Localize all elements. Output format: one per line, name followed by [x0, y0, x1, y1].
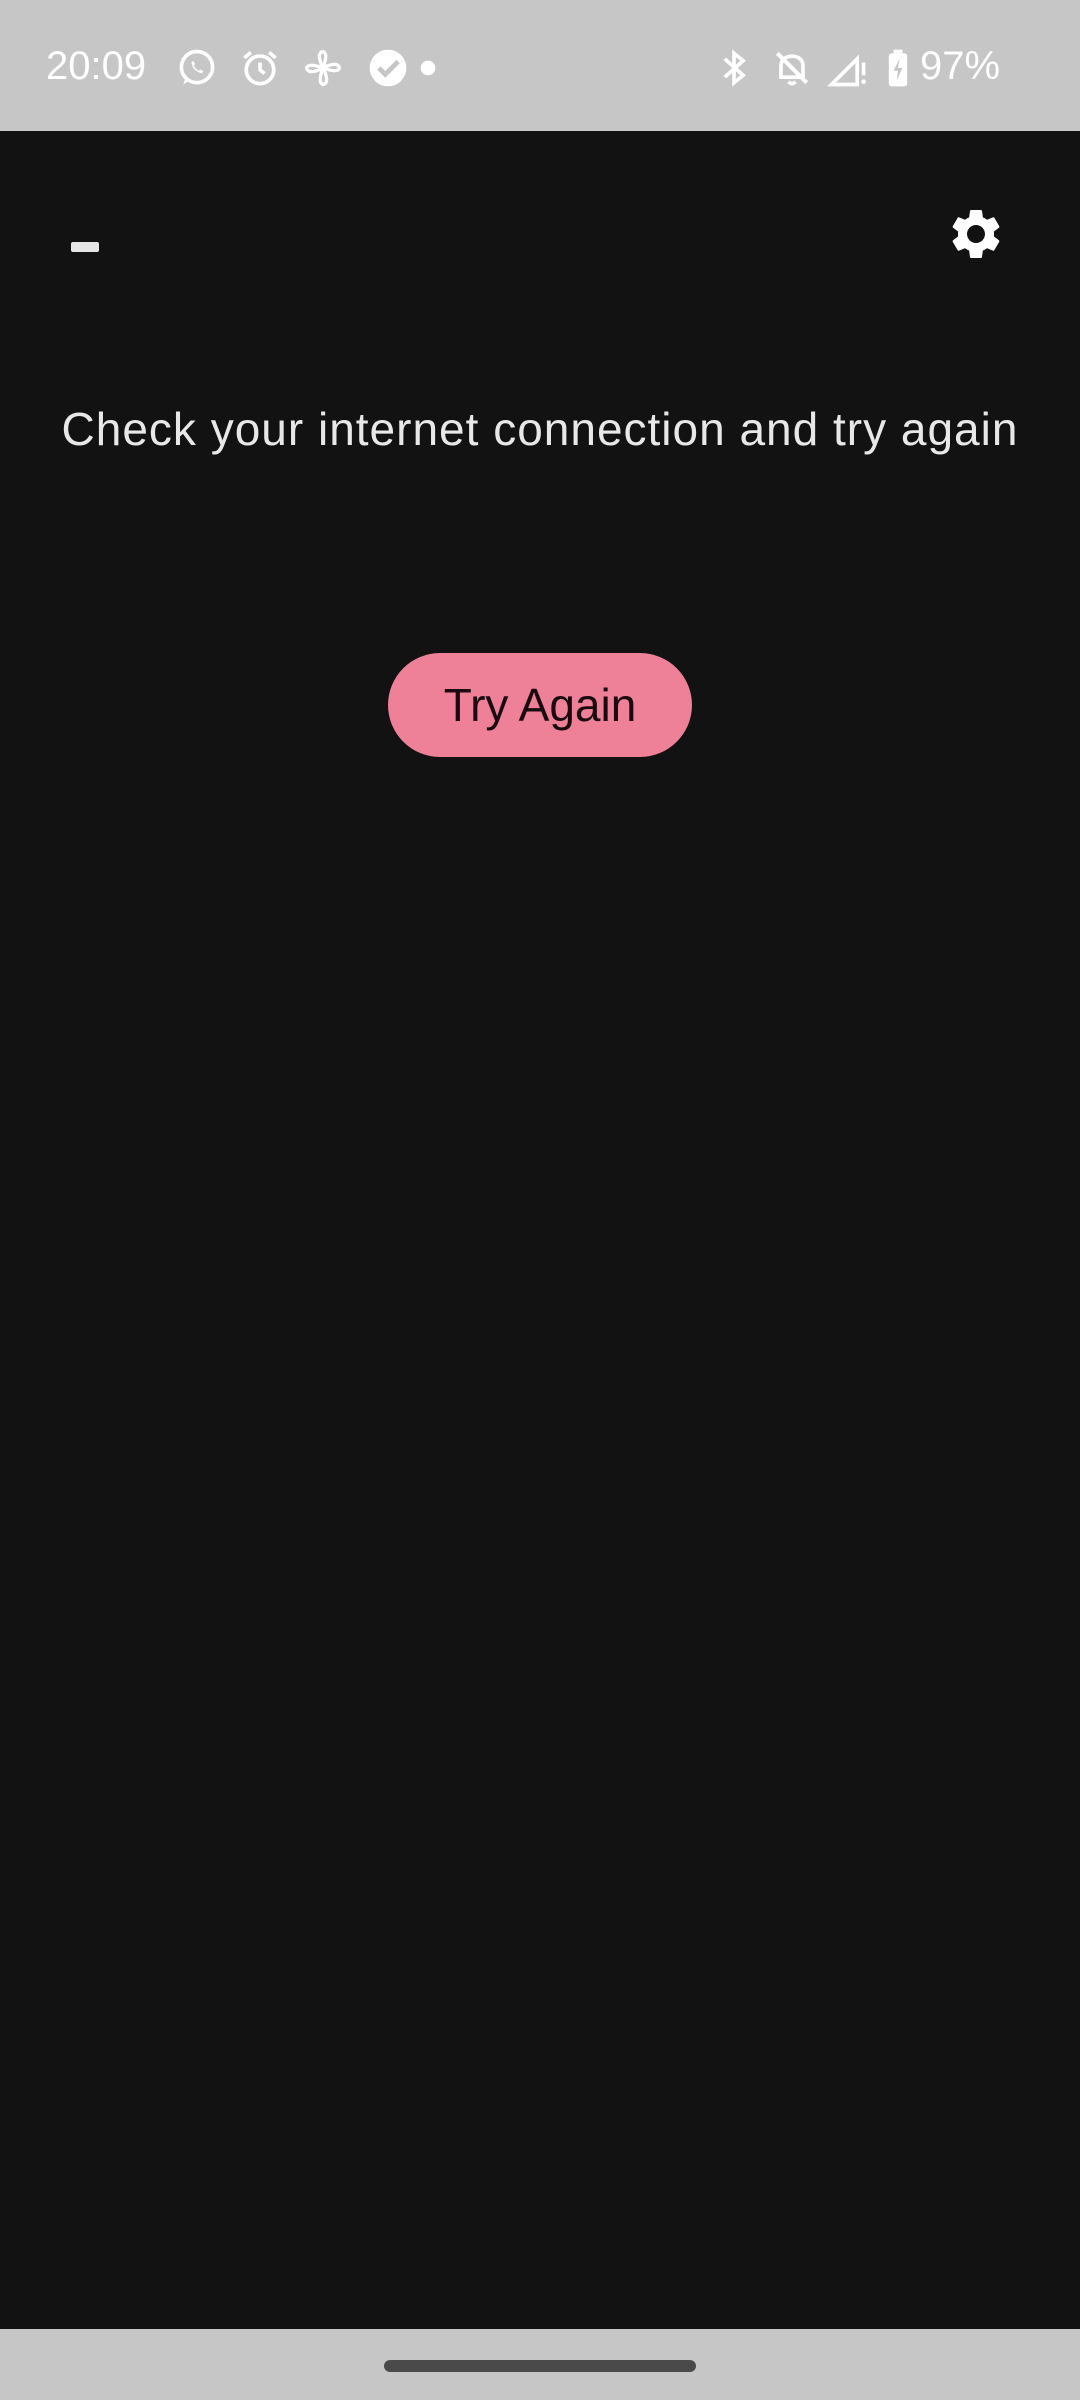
gear-icon: [952, 210, 1000, 258]
checkmark-badge-icon: [366, 46, 410, 90]
status-time: 20:09: [46, 44, 147, 88]
whatsapp-icon: [175, 46, 219, 90]
dot-icon: [406, 46, 450, 90]
app-screen: Check your internet connection and try a…: [0, 131, 1080, 2329]
try-again-button[interactable]: Try Again: [388, 653, 692, 757]
battery-percentage: 97%: [920, 44, 1001, 88]
minus-icon: [71, 242, 99, 252]
settings-button[interactable]: [946, 204, 1006, 264]
bell-off-icon: [770, 46, 814, 90]
alarm-icon: [238, 46, 282, 90]
bluetooth-icon: [712, 46, 756, 90]
error-message: Check your internet connection and try a…: [61, 403, 1019, 455]
status-bar: 20:09 97%: [0, 0, 1080, 131]
pinwheel-icon: [301, 46, 345, 90]
signal-icon: [826, 46, 870, 90]
battery-charging-icon: [876, 46, 920, 90]
home-handle[interactable]: [384, 2360, 696, 2372]
navigation-bar: [0, 2329, 1080, 2400]
